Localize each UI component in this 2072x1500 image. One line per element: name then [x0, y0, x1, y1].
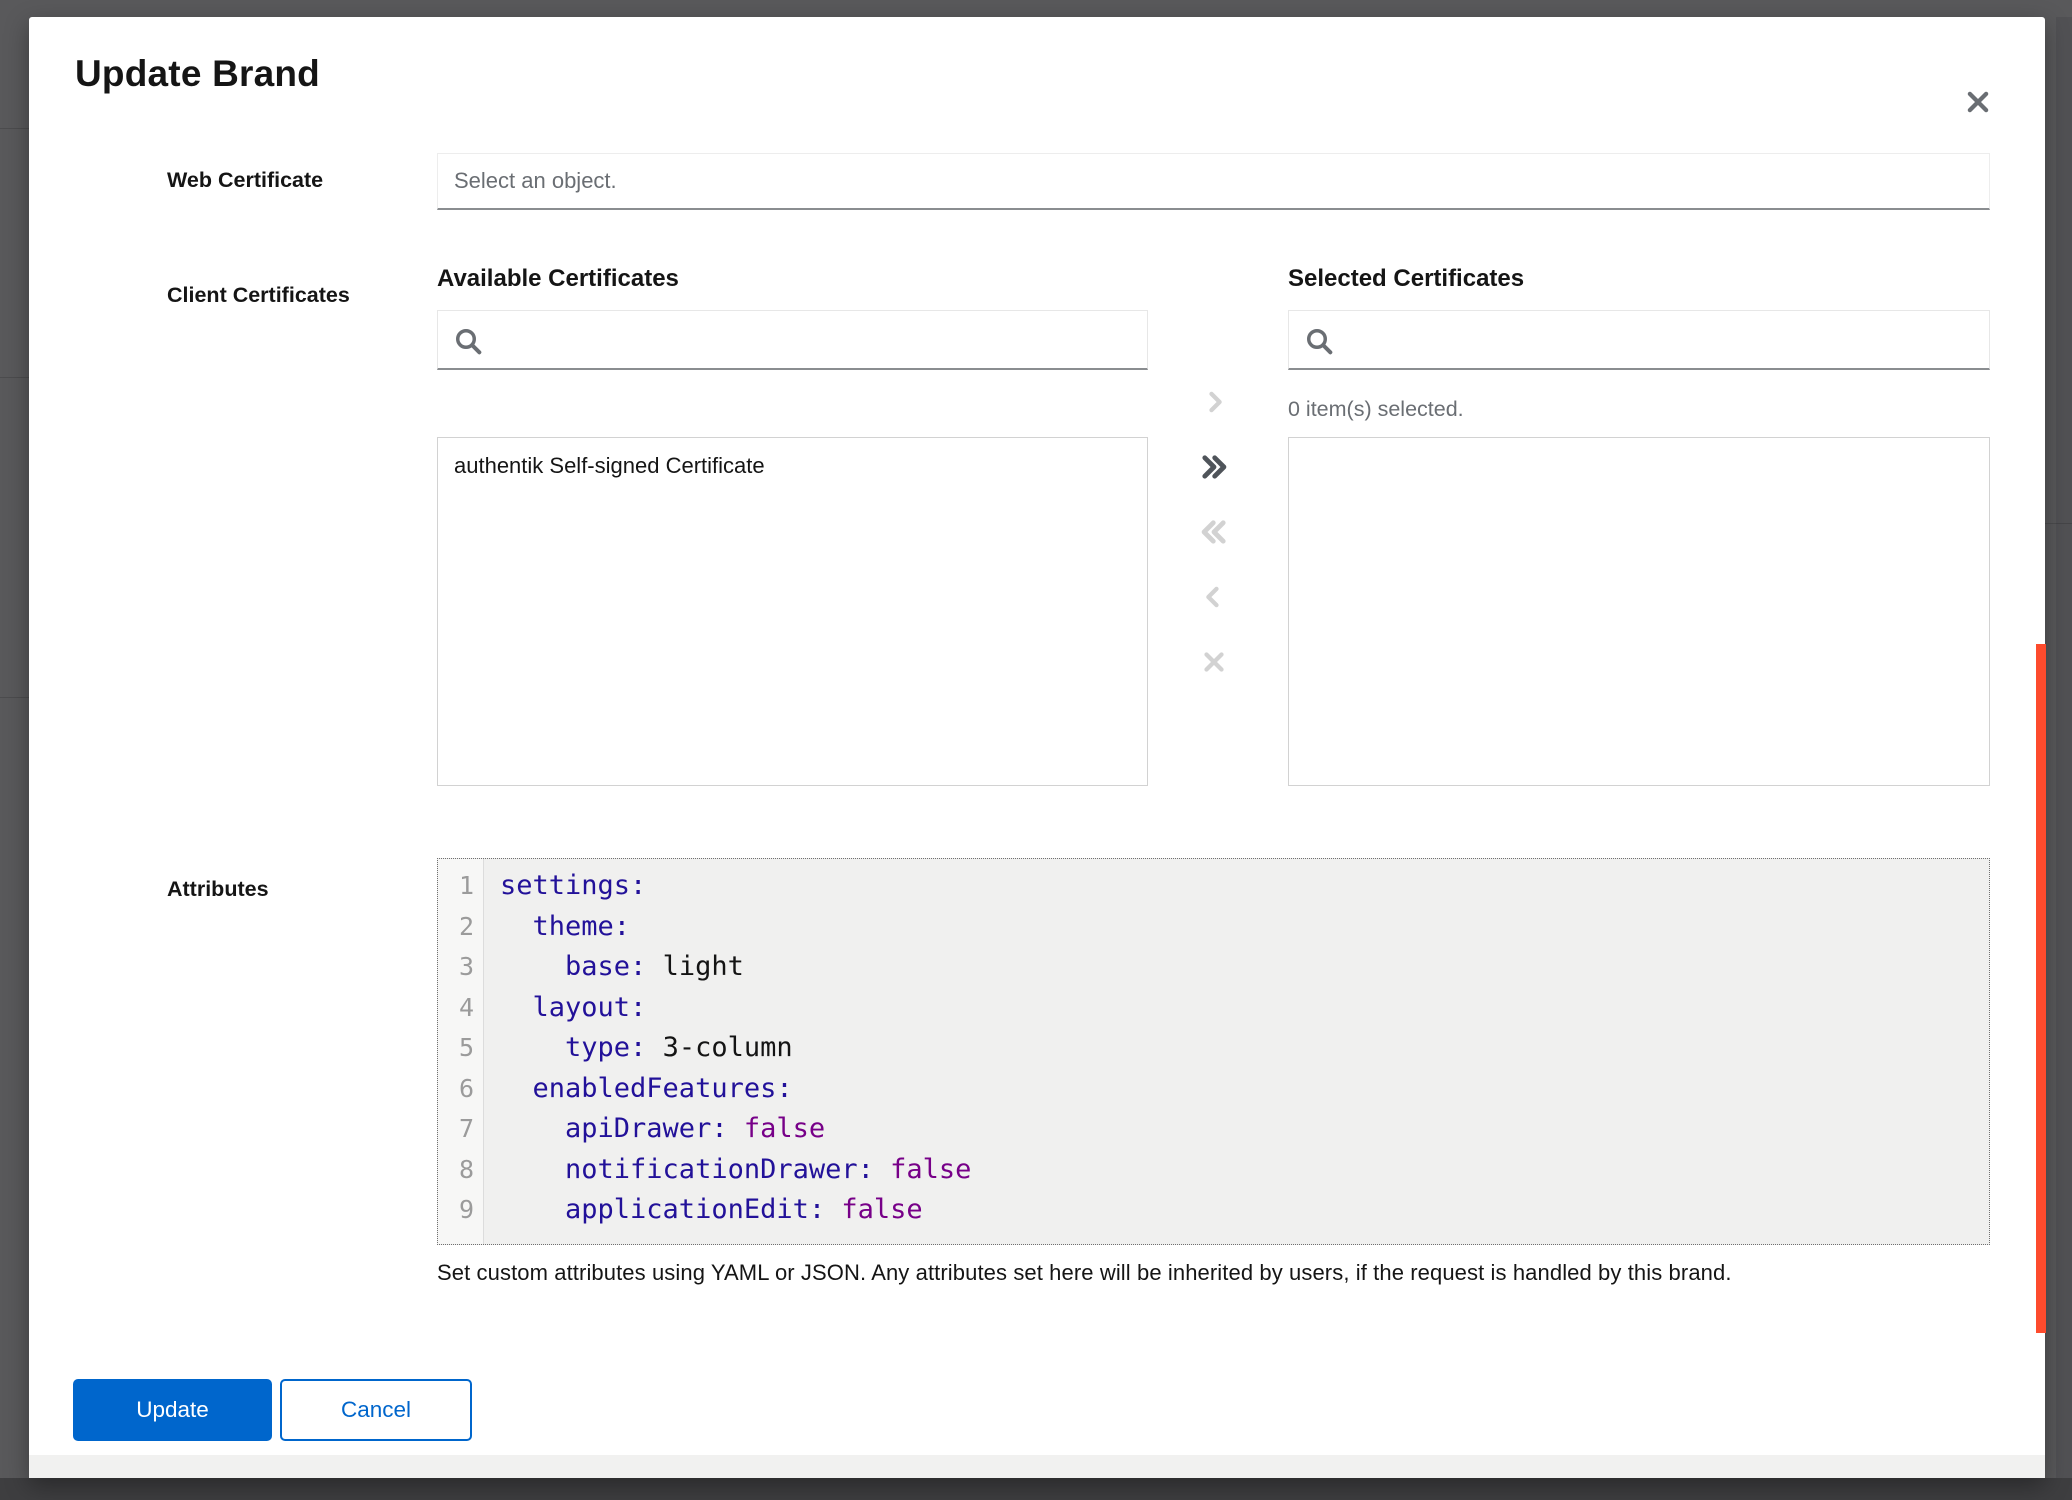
- chevron-left-icon: [1199, 582, 1229, 612]
- code-line: layout:: [500, 988, 1989, 1029]
- chevron-right-icon: [1199, 387, 1229, 417]
- code-line-number: 1: [438, 866, 483, 907]
- code-line: settings:: [500, 866, 1989, 907]
- code-line-number: 4: [438, 988, 483, 1029]
- remove-all-button[interactable]: [1190, 510, 1238, 554]
- web-certificate-label: Web Certificate: [167, 168, 422, 193]
- certificate-list-item[interactable]: authentik Self-signed Certificate: [438, 438, 1147, 494]
- code-editor-content[interactable]: settings: theme: base: light layout: typ…: [484, 859, 1989, 1244]
- cancel-button[interactable]: Cancel: [280, 1379, 472, 1441]
- modal-scrollbar-thumb[interactable]: [2036, 644, 2046, 1333]
- code-line: type: 3-column: [500, 1028, 1989, 1069]
- code-line-number: 6: [438, 1069, 483, 1110]
- double-chevron-right-icon: [1197, 450, 1231, 484]
- code-line-number: 3: [438, 947, 483, 988]
- backdrop-seam: [0, 697, 29, 698]
- available-certificates-heading: Available Certificates: [437, 265, 679, 293]
- selected-search-input[interactable]: [1288, 310, 1990, 370]
- code-line: enabledFeatures:: [500, 1069, 1989, 1110]
- add-selected-button[interactable]: [1190, 380, 1238, 424]
- code-line-number: 7: [438, 1109, 483, 1150]
- backdrop-seam: [0, 128, 29, 129]
- remove-selected-button[interactable]: [1190, 575, 1238, 619]
- code-line: applicationEdit: false: [500, 1190, 1989, 1231]
- code-line-number: 2: [438, 907, 483, 948]
- update-brand-modal: Update Brand Web Certificate Client Cert…: [29, 17, 2045, 1478]
- web-certificate-select[interactable]: [437, 153, 1990, 210]
- backdrop-seam: [2045, 523, 2072, 524]
- backdrop-seam: [0, 377, 29, 378]
- code-line-number: 5: [438, 1028, 483, 1069]
- code-line-number: 8: [438, 1150, 483, 1191]
- code-line: base: light: [500, 947, 1989, 988]
- available-search-input[interactable]: [437, 310, 1148, 370]
- page-title: Update Brand: [75, 53, 320, 95]
- code-line-number: 9: [438, 1190, 483, 1231]
- code-line: apiDrawer: false: [500, 1109, 1989, 1150]
- transfer-controls: [1181, 380, 1247, 705]
- attributes-help-text: Set custom attributes using YAML or JSON…: [437, 1260, 1997, 1286]
- selected-certificates-list[interactable]: [1288, 437, 1990, 786]
- close-button[interactable]: [1959, 83, 1997, 121]
- backdrop-shade: [2056, 17, 2072, 1478]
- code-line: notificationDrawer: false: [500, 1150, 1989, 1191]
- double-chevron-left-icon: [1197, 515, 1231, 549]
- backdrop-bottom-band: [0, 1478, 2072, 1500]
- attributes-label: Attributes: [167, 877, 422, 902]
- available-certificates-list[interactable]: authentik Self-signed Certificate: [437, 437, 1148, 786]
- client-certificates-label: Client Certificates: [167, 283, 422, 308]
- modal-footer-strip: [29, 1455, 2045, 1478]
- selected-count-status: 0 item(s) selected.: [1288, 397, 1464, 422]
- x-icon: [1199, 647, 1229, 677]
- close-icon: [1963, 87, 1993, 117]
- attributes-code-editor[interactable]: 123456789 settings: theme: base: light l…: [437, 858, 1990, 1245]
- code-editor-gutter: 123456789: [438, 859, 484, 1244]
- update-button[interactable]: Update: [73, 1379, 272, 1441]
- selected-certificates-heading: Selected Certificates: [1288, 265, 1524, 293]
- clear-selection-button[interactable]: [1190, 640, 1238, 684]
- add-all-button[interactable]: [1190, 445, 1238, 489]
- code-line: theme:: [500, 907, 1989, 948]
